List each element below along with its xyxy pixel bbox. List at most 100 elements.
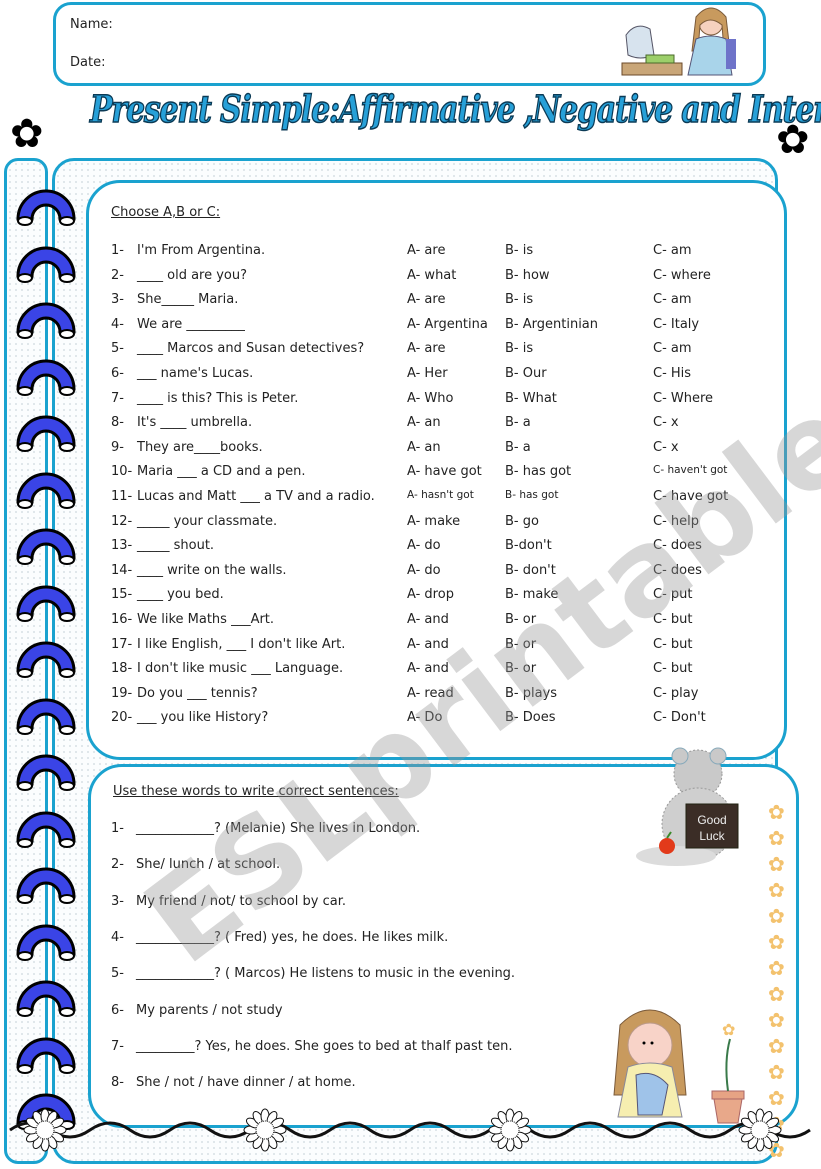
spiral-ring-icon xyxy=(14,920,78,961)
option-c: C- x xyxy=(653,439,679,455)
option-a: A- make xyxy=(407,513,461,529)
option-a: A- read xyxy=(407,685,454,701)
sentence-text: ____________? ( Fred) yes, he does. He l… xyxy=(136,929,449,945)
sentence-text: She/ lunch / at school. xyxy=(136,857,281,873)
question-text: ____ write on the walls. xyxy=(137,562,287,578)
butterfly-icon: ✿ xyxy=(768,1008,785,1032)
exercise-choose-panel: Choose A,B or C: 1- I'm From Argentina. A-… xyxy=(86,180,787,760)
question-number: 1- xyxy=(111,243,124,258)
question-number: 4- xyxy=(111,316,124,332)
question-text: _____ shout. xyxy=(137,538,215,554)
question-number: 2- xyxy=(111,267,124,283)
option-b: B- a xyxy=(505,415,531,431)
question-number: 3- xyxy=(111,292,124,308)
option-a: A- an xyxy=(407,439,441,455)
option-b: B- make xyxy=(505,587,559,603)
option-a: A- have got xyxy=(407,464,482,480)
sentence-number: 3- xyxy=(111,893,124,909)
question-number: 16- xyxy=(111,612,133,627)
sentence-text: ____________? ( Marcos) He listens to mu… xyxy=(136,966,516,982)
option-c: C- play xyxy=(653,685,699,701)
option-b: B- What xyxy=(505,390,557,406)
option-b: B- has got xyxy=(505,489,559,501)
exercise2-instruction: Use these words to write correct sentenc… xyxy=(113,784,399,799)
spiral-ring-icon xyxy=(14,750,78,791)
sentence-text: ____________? (Melanie) She lives in Lon… xyxy=(136,821,421,836)
option-b: B- Our xyxy=(505,366,547,381)
spiral-ring-icon xyxy=(14,524,78,565)
question-text: She_____ Maria. xyxy=(137,292,239,308)
option-a: A- are xyxy=(407,243,446,258)
option-c: C- help xyxy=(653,513,700,529)
sign-line1: Good xyxy=(697,813,726,827)
spiral-ring-icon xyxy=(14,242,78,283)
option-b: B- is xyxy=(505,292,534,308)
option-a: A- and xyxy=(407,636,449,652)
question-number: 13- xyxy=(111,538,133,554)
option-c: C- am xyxy=(653,341,692,357)
flower-icon: ✿ xyxy=(776,117,810,163)
spiral-ring-icon xyxy=(14,694,78,735)
option-c: C- but xyxy=(653,636,693,652)
option-a: A- and xyxy=(407,661,449,677)
butterfly-icon: ✿ xyxy=(768,826,785,850)
question-text: Maria ___ a CD and a pen. xyxy=(137,464,306,480)
option-b: B- or xyxy=(505,661,537,677)
sentence-text: My parents / not study xyxy=(136,1002,283,1018)
butterfly-icon: ✿ xyxy=(768,1034,785,1058)
option-b: B- don't xyxy=(505,562,556,578)
option-c: C- Where xyxy=(653,390,714,406)
exercise1-instruction: Choose A,B or C: xyxy=(111,205,221,220)
sunflower-icon xyxy=(243,1108,287,1152)
option-b: B- go xyxy=(505,513,539,529)
option-c: C- am xyxy=(653,292,692,308)
question-number: 11- xyxy=(111,489,133,504)
sign-line2: Luck xyxy=(699,829,725,843)
sunflower-icon xyxy=(488,1108,532,1152)
spiral-ring-icon xyxy=(14,355,78,396)
spiral-ring-icon xyxy=(14,411,78,452)
option-a: A- Argentina xyxy=(407,316,488,332)
question-text: ___ you like History? xyxy=(137,710,269,726)
option-c: C- but xyxy=(653,661,693,677)
spiral-ring-icon xyxy=(14,637,78,678)
question-number: 10- xyxy=(111,464,133,480)
question-text: _____ your classmate. xyxy=(137,513,278,529)
question-number: 6- xyxy=(111,366,124,381)
option-a: A- hasn't got xyxy=(407,489,474,501)
option-a: A- are xyxy=(407,341,446,357)
option-c: C- put xyxy=(653,587,693,603)
option-a: A- what xyxy=(407,267,457,283)
option-a: A- an xyxy=(407,415,441,431)
question-text: They are____books. xyxy=(137,439,263,455)
sentence-number: 2- xyxy=(111,857,124,873)
date-label: Date: xyxy=(70,55,106,70)
spiral-ring-icon xyxy=(14,185,78,226)
option-b: B- is xyxy=(505,341,534,357)
option-a: A- Her xyxy=(407,366,448,381)
option-a: A- drop xyxy=(407,587,454,603)
option-a: A- do xyxy=(407,562,441,578)
question-number: 20- xyxy=(111,710,133,726)
spiral-ring-icon xyxy=(14,1033,78,1074)
option-a: A- are xyxy=(407,292,446,308)
option-b: B-don't xyxy=(505,538,552,554)
question-text: I like English, ___ I don't like Art. xyxy=(137,636,346,652)
option-c: C- x xyxy=(653,415,679,431)
option-b: B- plays xyxy=(505,685,558,701)
spiral-ring-icon xyxy=(14,976,78,1017)
option-b: B- Does xyxy=(505,710,556,726)
butterfly-icon: ✿ xyxy=(768,852,785,876)
question-text: ____ old are you? xyxy=(137,267,248,283)
butterfly-icon: ✿ xyxy=(768,982,785,1006)
option-b: B- a xyxy=(505,439,531,455)
question-number: 17- xyxy=(111,636,133,652)
question-text: ____ Marcos and Susan detectives? xyxy=(137,341,365,357)
butterfly-icon: ✿ xyxy=(768,878,785,902)
option-c: C- am xyxy=(653,243,692,258)
sentence-number: 7- xyxy=(111,1038,124,1054)
flower-icon: ✿ xyxy=(10,111,44,157)
question-text: Lucas and Matt ___ a TV and a radio. xyxy=(137,489,375,504)
name-date-box: Name: Date: xyxy=(53,2,766,86)
spiral-ring-icon xyxy=(14,807,78,848)
